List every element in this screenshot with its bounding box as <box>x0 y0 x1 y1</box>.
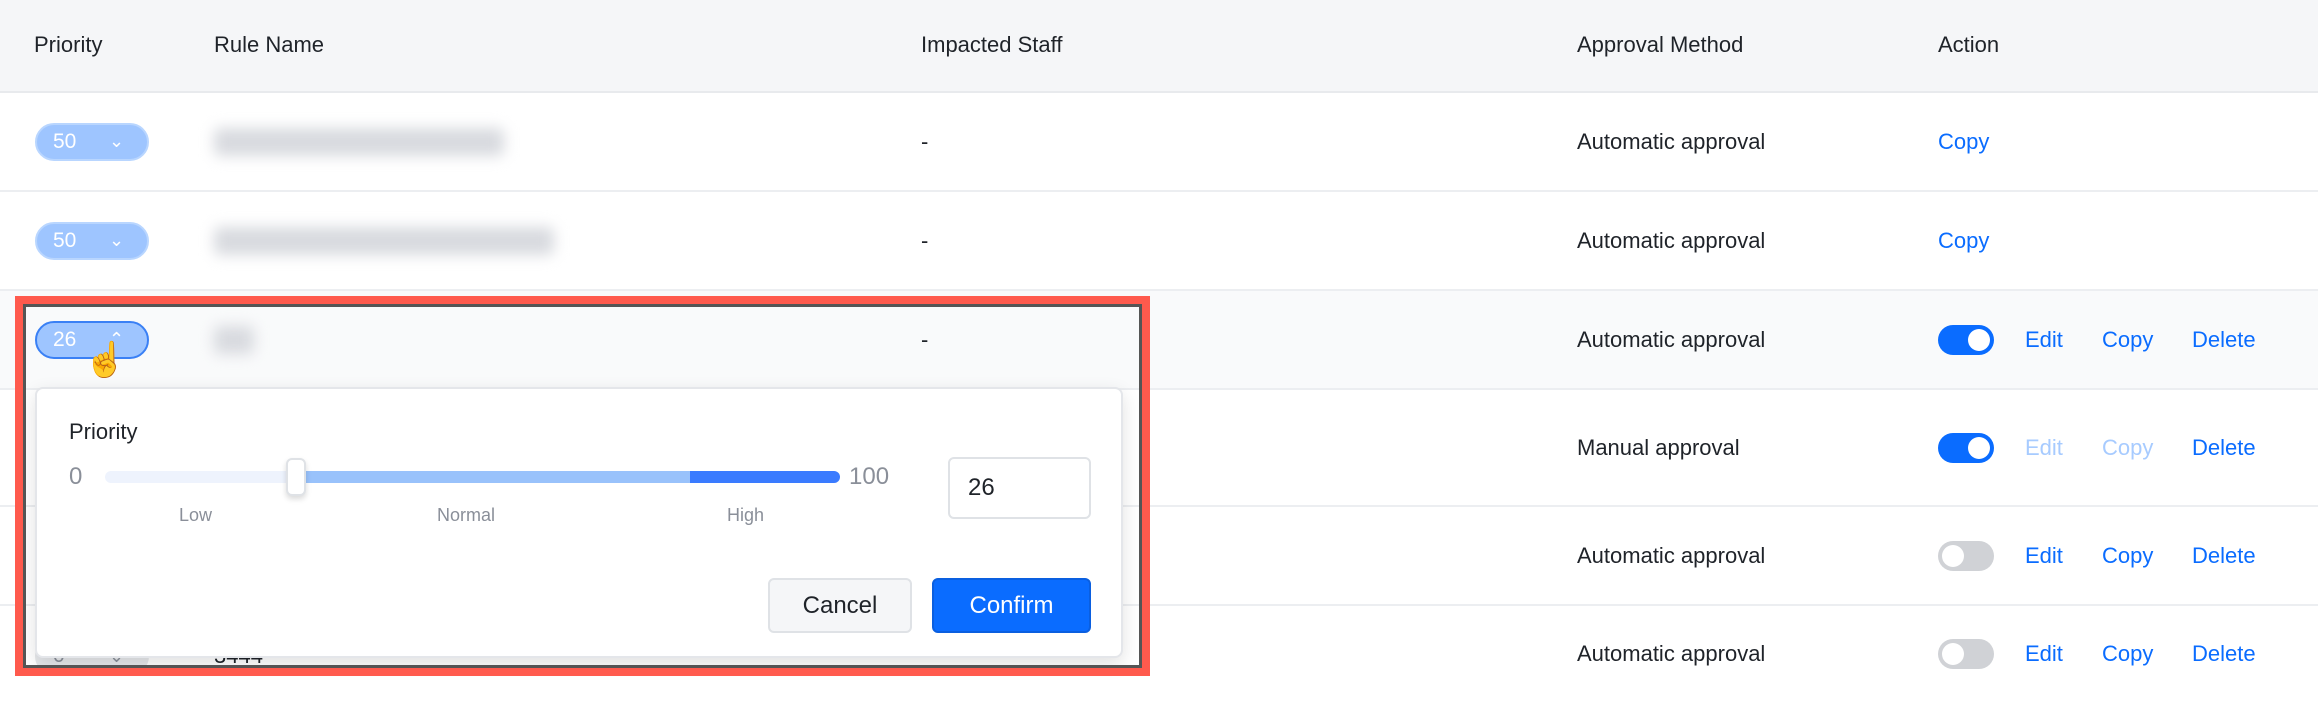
copy-link[interactable]: Copy <box>1938 226 1989 256</box>
delete-link[interactable]: Delete <box>2192 433 2256 463</box>
approval-method: Automatic approval <box>1577 542 1766 568</box>
approval-method: Manual approval <box>1577 434 1740 460</box>
chevron-down-icon: ⌄ <box>109 230 125 250</box>
edit-link[interactable]: Edit <box>2025 639 2063 669</box>
copy-link[interactable]: Copy <box>1938 127 1989 157</box>
col-approval-method: Approval Method <box>1577 32 1744 57</box>
priority-value: 50 <box>53 228 77 252</box>
priority-dropdown[interactable]: 50 ⌄ <box>35 221 149 260</box>
edit-link[interactable]: Edit <box>2025 325 2063 355</box>
enable-toggle[interactable] <box>1938 432 1994 463</box>
copy-link: Copy <box>2102 434 2154 460</box>
enable-toggle[interactable] <box>1938 540 1994 571</box>
enable-toggle[interactable] <box>1938 639 1994 669</box>
priority-value: 50 <box>53 129 77 153</box>
table-row: 50 ⌄ - Automatic approval Copy <box>0 93 2318 192</box>
table-row: 50 ⌄ - Automatic approval Copy <box>0 192 2318 291</box>
table-header: Priority Rule Name Impacted Staff Approv… <box>0 0 2318 93</box>
delete-link[interactable]: Delete <box>2192 639 2256 669</box>
chevron-down-icon: ⌄ <box>109 131 125 151</box>
enable-toggle[interactable] <box>1938 324 1994 355</box>
approval-method: Automatic approval <box>1577 641 1766 666</box>
rule-name-blurred <box>214 226 554 255</box>
impacted-staff: - <box>921 128 929 154</box>
col-impacted-staff: Impacted Staff <box>921 32 1063 57</box>
copy-link[interactable]: Copy <box>2102 639 2153 669</box>
delete-link[interactable]: Delete <box>2192 325 2256 355</box>
copy-link[interactable]: Copy <box>2102 541 2153 571</box>
impacted-staff: - <box>921 227 929 253</box>
col-priority: Priority <box>34 32 103 57</box>
priority-dropdown[interactable]: 50 ⌄ <box>35 122 149 161</box>
approval-method: Automatic approval <box>1577 227 1766 253</box>
delete-link[interactable]: Delete <box>2192 541 2256 571</box>
col-rule-name: Rule Name <box>214 32 325 57</box>
copy-link[interactable]: Copy <box>2102 325 2153 355</box>
approval-method: Automatic approval <box>1577 128 1766 154</box>
hand-cursor-icon: ☝ <box>84 341 127 379</box>
approval-method: Automatic approval <box>1577 326 1766 352</box>
col-action: Action <box>1938 32 2000 57</box>
rule-name-blurred <box>214 127 504 156</box>
edit-link: Edit <box>2025 434 2063 460</box>
highlight-box <box>15 296 1150 676</box>
edit-link[interactable]: Edit <box>2025 541 2063 571</box>
